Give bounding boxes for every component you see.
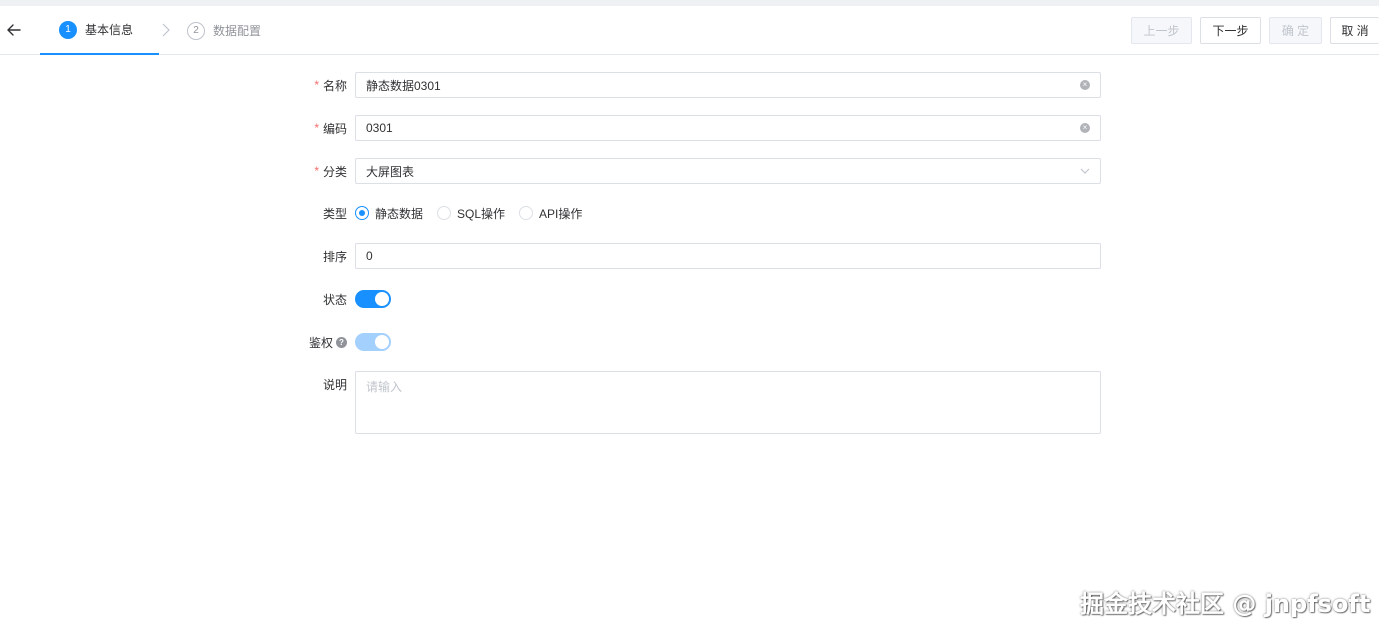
chevron-down-icon (1080, 166, 1090, 176)
step-data-config[interactable]: 2 数据配置 (187, 6, 287, 55)
field-label: * 编码 (314, 121, 347, 136)
radio-dot (437, 206, 452, 220)
code-input[interactable]: 0301 × (355, 115, 1101, 141)
radio-static-data[interactable]: 静态数据 (355, 205, 423, 222)
field-label: 类型 (322, 206, 347, 221)
field-label: 鉴权? (309, 329, 347, 355)
name-input[interactable]: 静态数据0301 × (355, 72, 1101, 98)
clear-icon[interactable]: × (1080, 80, 1090, 90)
status-toggle[interactable] (355, 290, 391, 308)
radio-dot (519, 206, 534, 220)
sort-value: 0 (366, 249, 373, 263)
description-textarea[interactable]: 请输入 (355, 371, 1101, 434)
step-number-badge: 2 (187, 21, 205, 40)
step-basic-info[interactable]: 1 基本信息 (40, 6, 159, 55)
page-header: 1 基本信息 2 数据配置 上一步 下一步 确 定 取 消 (0, 6, 1379, 55)
watermark: 掘金技术社区 @ jnpfsoft (1080, 590, 1371, 618)
prev-step-button[interactable]: 上一步 (1131, 17, 1192, 44)
back-arrow-icon[interactable] (4, 18, 24, 42)
question-icon[interactable]: ? (336, 336, 347, 348)
type-radio-group: 静态数据 SQL操作 API操作 (355, 200, 596, 226)
confirm-button[interactable]: 确 定 (1269, 17, 1322, 44)
field-label: * 分类 (314, 164, 347, 179)
name-value: 静态数据0301 (366, 78, 441, 93)
radio-api-operation[interactable]: API操作 (519, 205, 582, 222)
next-step-button[interactable]: 下一步 (1200, 17, 1261, 44)
step-number-badge: 1 (59, 20, 77, 39)
step-label: 数据配置 (213, 24, 262, 38)
auth-toggle[interactable] (355, 333, 391, 351)
toggle-knob (375, 335, 389, 349)
chevron-right-icon (162, 23, 170, 37)
field-label: 状态 (322, 292, 347, 307)
field-label: 说明 (322, 377, 347, 392)
category-select[interactable]: 大屏图表 (355, 158, 1101, 184)
radio-sql-operation[interactable]: SQL操作 (437, 205, 505, 222)
field-label: * 名称 (314, 78, 347, 93)
toggle-knob (375, 292, 389, 306)
sort-input[interactable]: 0 (355, 243, 1101, 269)
category-value: 大屏图表 (366, 164, 415, 179)
clear-icon[interactable]: × (1080, 123, 1090, 133)
code-value: 0301 (366, 121, 393, 135)
cancel-button[interactable]: 取 消 (1330, 17, 1379, 44)
field-label: 排序 (322, 249, 347, 264)
radio-dot (355, 206, 369, 220)
step-label: 基本信息 (85, 23, 134, 37)
